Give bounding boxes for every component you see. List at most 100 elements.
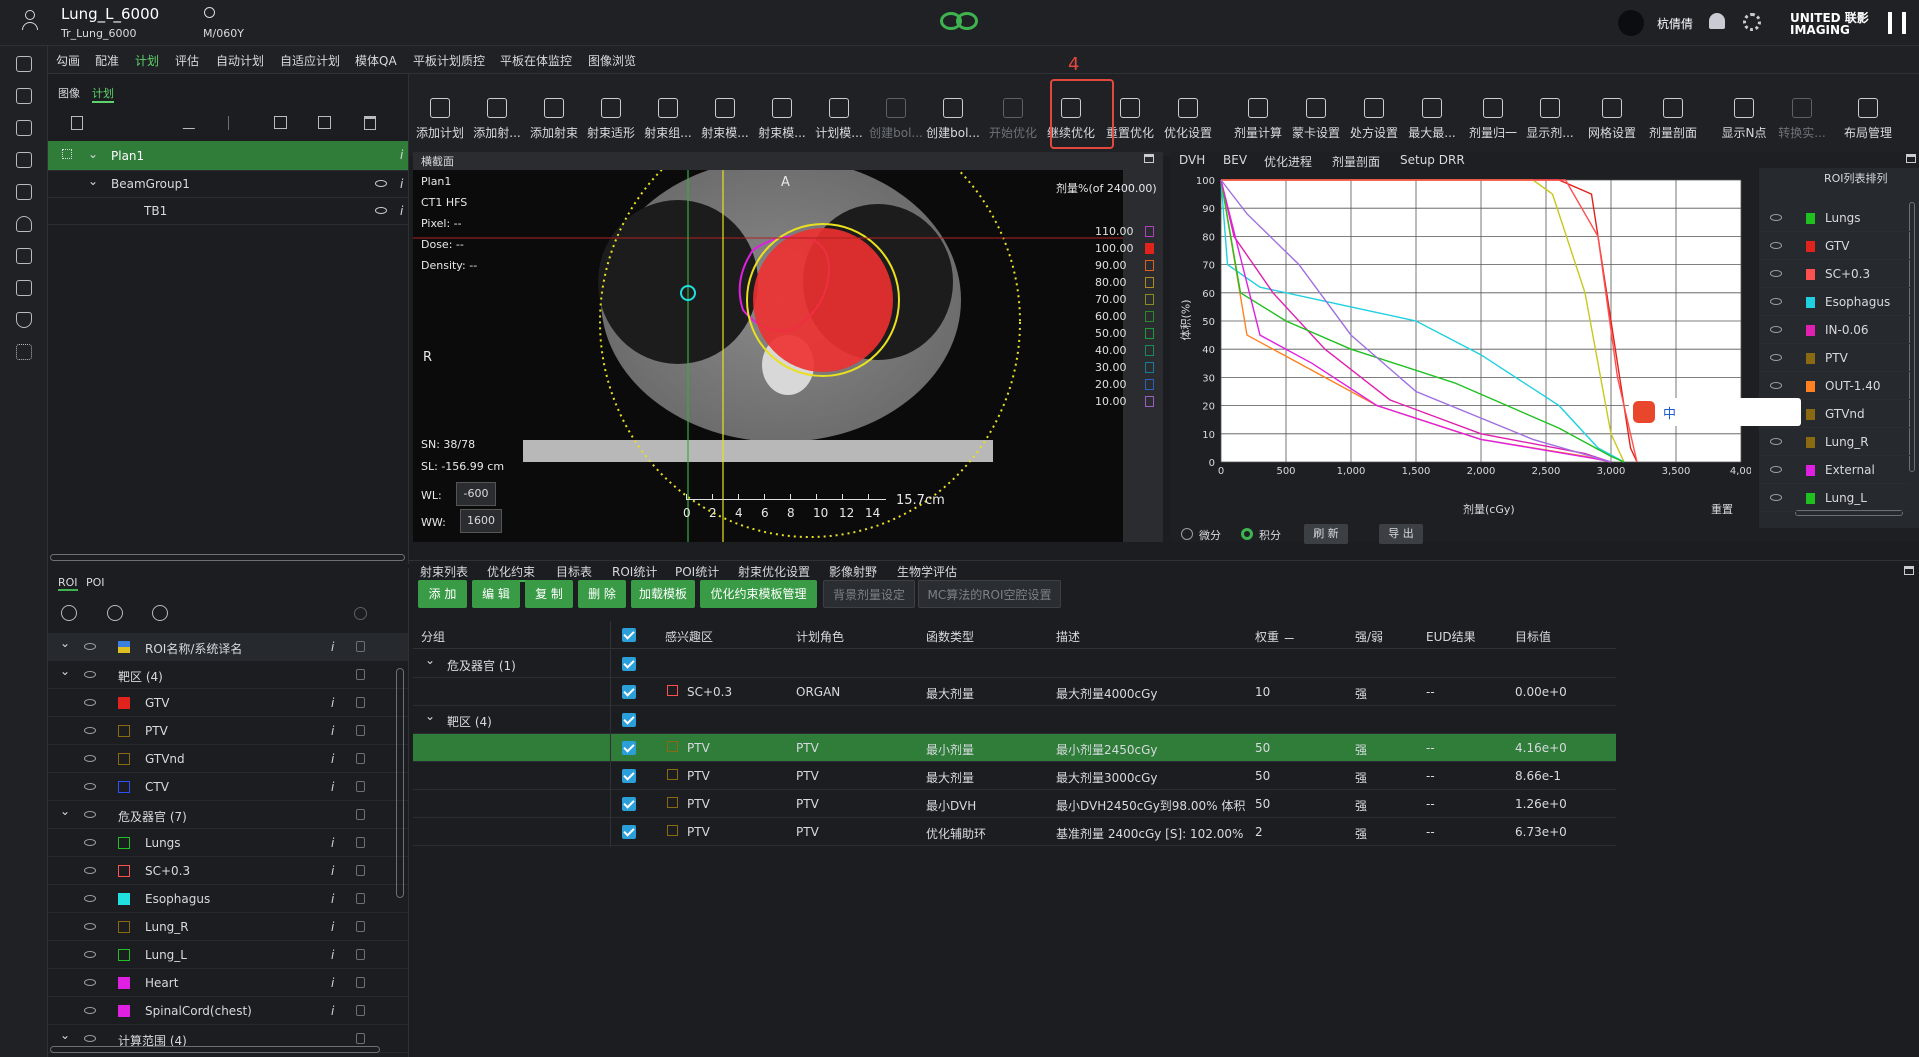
shield-icon[interactable] [16, 312, 32, 328]
info-icon[interactable]: i [331, 780, 334, 794]
row-checkbox[interactable] [622, 741, 636, 755]
roi-swatch[interactable] [118, 725, 130, 737]
roi-row[interactable]: Esophagus i [48, 885, 408, 913]
toolbar-opt-settings-button[interactable]: 优化设置 [1159, 90, 1217, 150]
tab-dvh[interactable]: DVH [1179, 153, 1205, 167]
chevron-down-icon[interactable]: ⌄ [88, 147, 98, 161]
lock-icon[interactable] [356, 753, 365, 764]
toolbar-beam-template-button[interactable]: 射束模... [696, 90, 754, 150]
wl-input[interactable]: -600 [456, 482, 496, 506]
row-checkbox[interactable] [622, 825, 636, 839]
info-icon[interactable]: i [331, 948, 334, 962]
legend-item[interactable]: PTV [1760, 344, 1910, 372]
table-row[interactable]: PTV PTV 最小剂量 最小剂量2450cGy 50 强 -- 4.16e+0 [413, 734, 1616, 762]
info-icon[interactable]: i [331, 920, 334, 934]
tab-bev[interactable]: BEV [1223, 153, 1247, 167]
toolbar-beam-conform-button[interactable]: 射束适形 [582, 90, 640, 150]
eye-icon[interactable] [1770, 494, 1782, 501]
info-icon[interactable]: i [400, 177, 403, 191]
toolbar-dose-normalize-button[interactable]: 剂量归一 [1464, 90, 1522, 150]
toolbar-beam-template2-button[interactable]: 射束模... [753, 90, 811, 150]
cumulative-radio[interactable] [1241, 528, 1253, 540]
tree-row-plan[interactable]: ⌄ Plan1 i [48, 141, 408, 171]
table-row[interactable]: PTV PTV 最小DVH 最小DVH2450cGy到98.00% 体积 50 强 -- 1.… [413, 790, 1616, 818]
legend-item[interactable]: SC+0.3 [1760, 260, 1910, 288]
reset-button[interactable]: 重置 [1711, 501, 1733, 517]
table-row[interactable]: PTV PTV 最大剂量 最大剂量3000cGy 50 强 -- 8.66e-1 [413, 762, 1616, 790]
menu-panel-qc[interactable]: 平板计划质控 [413, 52, 485, 69]
bottom-tab[interactable]: 生物学评估 [897, 563, 957, 580]
menu-panel-monitor[interactable]: 平板在体监控 [500, 52, 572, 69]
eye-icon[interactable] [84, 755, 96, 762]
isodose-row[interactable]: 110.00 [1095, 225, 1155, 239]
group-checkbox[interactable] [622, 713, 636, 727]
toolbar-grid-settings-button[interactable]: 网格设置 [1583, 90, 1641, 150]
lock-icon[interactable] [356, 865, 365, 876]
info-icon[interactable]: i [331, 836, 334, 850]
menu-image-browse[interactable]: 图像浏览 [588, 52, 636, 69]
info-icon[interactable]: i [331, 696, 334, 710]
eye-icon[interactable] [1770, 214, 1782, 221]
eye-icon[interactable] [1770, 270, 1782, 277]
constraint-action-button[interactable]: 编 辑 [472, 580, 520, 608]
constraint-action-button[interactable]: MC算法的ROI空腔设置 [918, 580, 1061, 608]
eye-icon[interactable] [84, 895, 96, 902]
refresh-icon[interactable] [354, 607, 367, 620]
info-icon[interactable]: i [400, 148, 403, 162]
menu-plan[interactable]: 计划 [135, 52, 159, 69]
phantom-icon[interactable] [16, 216, 32, 232]
lock-icon[interactable] [356, 1005, 365, 1016]
isodose-row[interactable]: 30.00 [1095, 361, 1155, 375]
lock-icon[interactable] [356, 921, 365, 932]
roi-swatch[interactable] [118, 977, 130, 989]
chevron-down-icon[interactable]: ⌄ [60, 636, 70, 650]
isodose-row[interactable]: 60.00 [1095, 310, 1155, 324]
info-icon[interactable]: i [331, 892, 334, 906]
edit-icon[interactable] [182, 117, 202, 129]
toolbar-beam-group-button[interactable]: 射束组... [639, 90, 697, 150]
refresh-button[interactable]: 刷 新 [1304, 524, 1348, 544]
chevron-down-icon[interactable]: ⌄ [88, 174, 98, 188]
eye-icon[interactable] [375, 207, 387, 214]
menu-register[interactable]: 配准 [95, 52, 119, 69]
report-icon[interactable] [16, 280, 32, 296]
toolbar-plan-template-button[interactable]: 计划模... [810, 90, 868, 150]
row-checkbox[interactable] [622, 797, 636, 811]
lock-icon[interactable] [356, 809, 365, 820]
constraint-action-button[interactable]: 删 除 [578, 580, 626, 608]
tab-opt-progress[interactable]: 优化进程 [1264, 153, 1312, 170]
eye-icon[interactable] [84, 923, 96, 930]
bottom-tab[interactable]: 目标表 [556, 563, 592, 580]
info-icon[interactable]: i [400, 204, 403, 218]
roi-row[interactable]: Lung_L i [48, 941, 408, 969]
roi-swatch[interactable] [118, 753, 130, 765]
menu-phantom-qa[interactable]: 模体QA [355, 52, 397, 69]
legend-item[interactable]: Lung_R [1760, 428, 1910, 456]
toolbar-add-beam-button[interactable]: 添加射... [468, 90, 526, 150]
tab-plan[interactable]: 计划 [92, 85, 114, 103]
lock-icon[interactable] [356, 725, 365, 736]
copy-icon[interactable] [274, 116, 287, 129]
plan-panel-scrollbar[interactable] [50, 554, 405, 561]
roi-group-row[interactable]: ⌄ 危及器官 (7) [48, 801, 408, 829]
duplicate-icon[interactable] [318, 116, 331, 129]
eye-icon[interactable] [1770, 242, 1782, 249]
isodose-row[interactable]: 40.00 [1095, 344, 1155, 358]
roi-swatch[interactable] [118, 865, 130, 877]
home-icon[interactable] [16, 56, 32, 72]
lock-icon[interactable] [356, 837, 365, 848]
bottom-tab[interactable]: 影像射野 [829, 563, 877, 580]
legend-item[interactable]: Lungs [1760, 204, 1910, 232]
lock-icon[interactable] [356, 669, 365, 680]
bottom-tab[interactable]: 射束优化设置 [738, 563, 810, 580]
chevron-down-icon[interactable]: ⌄ [60, 804, 70, 818]
roi-row[interactable]: CTV i [48, 773, 408, 801]
toolbar-show-n-button[interactable]: 显示N点 [1715, 90, 1773, 150]
info-icon[interactable]: i [331, 864, 334, 878]
eye-icon[interactable] [84, 643, 96, 650]
export-button[interactable]: 导 出 [1379, 524, 1423, 544]
eye-icon[interactable] [84, 867, 96, 874]
eye-icon[interactable] [84, 1007, 96, 1014]
eye-icon[interactable] [84, 979, 96, 986]
eye-icon[interactable] [1770, 382, 1782, 389]
